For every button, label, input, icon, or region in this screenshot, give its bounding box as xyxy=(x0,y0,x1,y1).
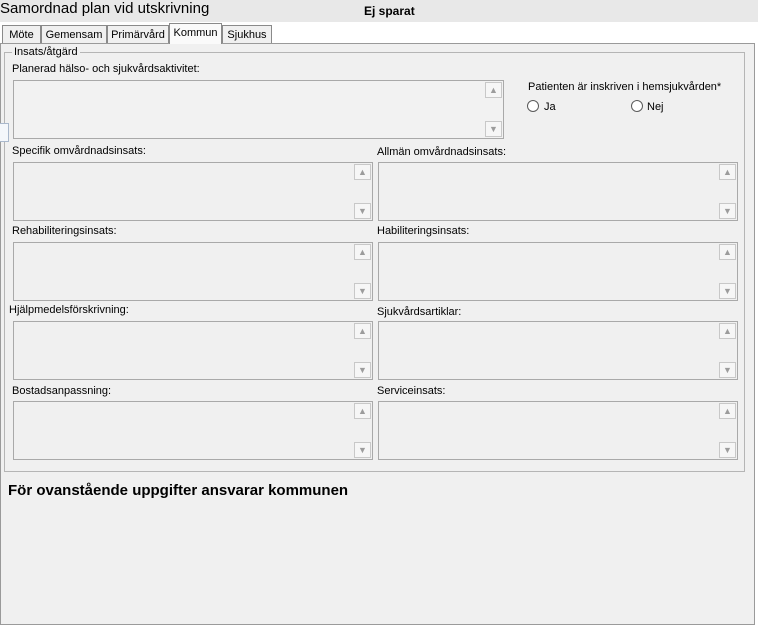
radio-nej-label: Nej xyxy=(647,101,664,113)
scrollbar[interactable]: ▲ ▼ xyxy=(485,82,502,137)
allman-label: Allmän omvårdnadsinsats: xyxy=(377,146,507,158)
rehab-textarea[interactable]: ▲ ▼ xyxy=(13,242,373,301)
hjalpmedel-label: Hjälpmedelsförskrivning: xyxy=(9,304,129,316)
sjukvardsartiklar-textarea[interactable]: ▲ ▼ xyxy=(378,321,738,380)
scroll-up-icon[interactable]: ▲ xyxy=(354,164,371,180)
scroll-up-icon[interactable]: ▲ xyxy=(719,403,736,419)
tab-gemensam[interactable]: Gemensam xyxy=(41,25,107,43)
tab-primarvard[interactable]: Primärvård xyxy=(107,25,169,43)
rehab-label: Rehabiliteringsinsats: xyxy=(12,225,117,237)
scroll-up-icon[interactable]: ▲ xyxy=(719,244,736,260)
service-textarea[interactable]: ▲ ▼ xyxy=(378,401,738,460)
scroll-up-icon[interactable]: ▲ xyxy=(719,164,736,180)
scrollbar[interactable]: ▲ ▼ xyxy=(719,164,736,219)
service-label: Serviceinsats: xyxy=(377,385,446,397)
scroll-down-icon[interactable]: ▼ xyxy=(354,283,371,299)
scroll-down-icon[interactable]: ▼ xyxy=(354,442,371,458)
tab-mote[interactable]: Möte xyxy=(2,25,41,43)
responsibility-note: För ovanstående uppgifter ansvarar kommu… xyxy=(8,482,349,499)
scrollbar[interactable]: ▲ ▼ xyxy=(354,323,371,378)
scroll-up-icon[interactable]: ▲ xyxy=(719,323,736,339)
planned-activity-label: Planerad hälso- och sjukvårdsaktivitet: xyxy=(12,63,200,75)
homecare-question: Patienten är inskriven i hemsjukvården* xyxy=(528,81,722,93)
scroll-down-icon[interactable]: ▼ xyxy=(354,362,371,378)
habil-textarea[interactable]: ▲ ▼ xyxy=(378,242,738,301)
radio-ja-label: Ja xyxy=(544,101,556,113)
hjalpmedel-textarea[interactable]: ▲ ▼ xyxy=(13,321,373,380)
allman-textarea[interactable]: ▲ ▼ xyxy=(378,162,738,221)
save-status: Ej sparat xyxy=(364,4,415,18)
habil-label: Habiliteringsinsats: xyxy=(377,225,470,237)
tab-kommun[interactable]: Kommun xyxy=(169,23,222,44)
scroll-down-icon[interactable]: ▼ xyxy=(354,203,371,219)
radio-nej[interactable] xyxy=(631,100,643,112)
bostad-label: Bostadsanpassning: xyxy=(12,385,112,397)
scroll-down-icon[interactable]: ▼ xyxy=(485,121,502,137)
scroll-up-icon[interactable]: ▲ xyxy=(354,244,371,260)
specifik-textarea[interactable]: ▲ ▼ xyxy=(13,162,373,221)
bostad-textarea[interactable]: ▲ ▼ xyxy=(13,401,373,460)
radio-ja[interactable] xyxy=(527,100,539,112)
sjukvardsartiklar-label: Sjukvårdsartiklar: xyxy=(377,306,462,318)
scrollbar[interactable]: ▲ ▼ xyxy=(354,403,371,458)
scroll-down-icon[interactable]: ▼ xyxy=(719,442,736,458)
scrollbar[interactable]: ▲ ▼ xyxy=(719,403,736,458)
fieldset-legend: Insats/åtgärd xyxy=(12,46,80,59)
scrollbar[interactable]: ▲ ▼ xyxy=(719,244,736,299)
scroll-down-icon[interactable]: ▼ xyxy=(719,283,736,299)
scroll-up-icon[interactable]: ▲ xyxy=(485,82,502,98)
scroll-up-icon[interactable]: ▲ xyxy=(354,403,371,419)
scroll-up-icon[interactable]: ▲ xyxy=(354,323,371,339)
scrollbar[interactable]: ▲ ▼ xyxy=(719,323,736,378)
scroll-down-icon[interactable]: ▼ xyxy=(719,203,736,219)
scrollbar[interactable]: ▲ ▼ xyxy=(354,164,371,219)
scroll-down-icon[interactable]: ▼ xyxy=(719,362,736,378)
side-handle[interactable] xyxy=(0,123,9,142)
planned-activity-textarea[interactable]: ▲ ▼ xyxy=(13,80,504,139)
tab-sjukhus[interactable]: Sjukhus xyxy=(222,25,272,43)
specifik-label: Specifik omvårdnadsinsats: xyxy=(12,145,146,157)
window-title: Samordnad plan vid utskrivning xyxy=(0,0,210,17)
scrollbar[interactable]: ▲ ▼ xyxy=(354,244,371,299)
